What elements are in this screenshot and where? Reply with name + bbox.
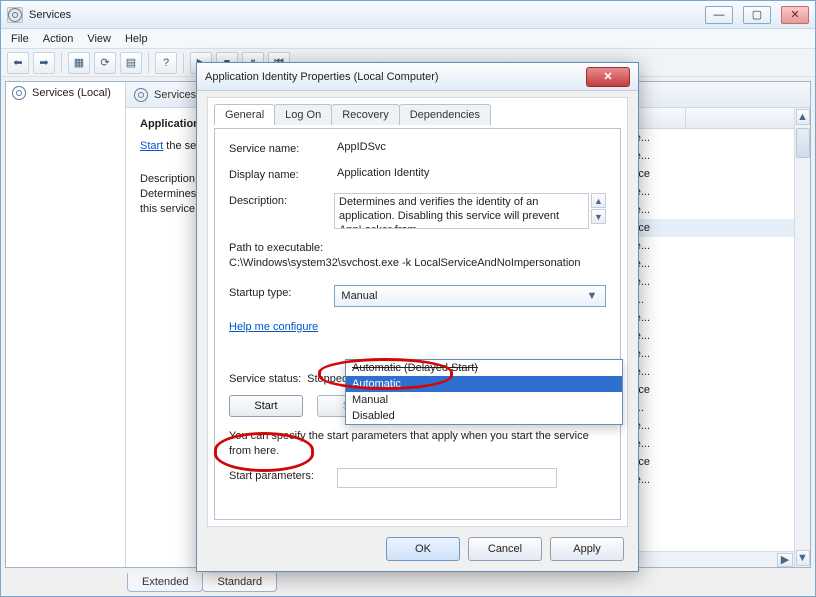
option-automatic-delayed[interactable]: Automatic (Delayed Start) — [346, 360, 622, 376]
scroll-thumb[interactable] — [796, 128, 810, 158]
dialog-body: General Log On Recovery Dependencies Ser… — [207, 97, 628, 527]
menu-file[interactable]: File — [11, 33, 29, 45]
value-service-name: AppIDSvc — [337, 141, 606, 153]
dialog-titlebar: Application Identity Properties (Local C… — [197, 63, 638, 91]
tab-extended[interactable]: Extended — [127, 573, 203, 592]
dialog-button-row: OK Cancel Apply — [386, 537, 624, 561]
label-description: Description: — [229, 193, 334, 207]
start-params-input[interactable] — [337, 468, 557, 488]
general-panel: Service name: AppIDSvc Display name: App… — [214, 128, 621, 520]
cancel-button[interactable]: Cancel — [468, 537, 542, 561]
option-automatic[interactable]: Automatic — [346, 376, 622, 392]
menu-help[interactable]: Help — [125, 33, 148, 45]
scroll-track[interactable] — [796, 126, 810, 549]
help-configure-link[interactable]: Help me configure — [229, 321, 318, 333]
description-scroll: ▲ ▼ — [591, 193, 606, 224]
toolbar-refresh-icon[interactable]: ⟳ — [94, 52, 116, 74]
desc-scroll-down-icon[interactable]: ▼ — [591, 209, 606, 224]
description-box[interactable]: Determines and verifies the identity of … — [334, 193, 589, 229]
scroll-down-icon[interactable]: ▼ — [796, 550, 810, 566]
bottom-tabbar: Extended Standard — [127, 570, 276, 592]
forward-button[interactable]: ➡ — [33, 52, 55, 74]
option-disabled[interactable]: Disabled — [346, 408, 622, 424]
tab-standard[interactable]: Standard — [202, 573, 277, 592]
toolbar-properties-icon[interactable]: ▦ — [68, 52, 90, 74]
menu-view[interactable]: View — [87, 33, 111, 45]
nav-label: Services (Local) — [32, 87, 111, 99]
toolbar-help-icon[interactable]: ? — [155, 52, 177, 74]
startup-type-dropdown[interactable]: Automatic (Delayed Start) Automatic Manu… — [345, 359, 623, 425]
gear-icon — [134, 88, 148, 102]
startup-type-value: Manual — [341, 290, 377, 302]
app-icon — [7, 7, 23, 23]
dialog-tabstrip: General Log On Recovery Dependencies — [208, 98, 627, 125]
label-start-params: Start parameters: — [229, 468, 337, 482]
window-title: Services — [29, 9, 71, 21]
start-params-note: You can specify the start parameters tha… — [229, 429, 589, 459]
gear-icon — [8, 8, 22, 22]
detail-desc-label: Description: — [140, 173, 198, 185]
label-service-status: Service status: — [229, 373, 301, 385]
chevron-down-icon: ▼ — [583, 290, 601, 302]
label-service-name: Service name: — [229, 141, 337, 155]
close-button[interactable]: ✕ — [781, 6, 809, 24]
tab-dependencies[interactable]: Dependencies — [399, 104, 491, 125]
pane-title: Services — [154, 89, 196, 101]
minimize-button[interactable]: — — [705, 6, 733, 24]
apply-button[interactable]: Apply — [550, 537, 624, 561]
tab-log-on[interactable]: Log On — [274, 104, 332, 125]
value-path: C:\Windows\system32\svchost.exe -k Local… — [229, 256, 606, 271]
label-display-name: Display name: — [229, 167, 337, 181]
path-block: Path to executable: C:\Windows\system32\… — [229, 241, 606, 271]
maximize-button[interactable]: ▢ — [743, 6, 771, 24]
toolbar-export-icon[interactable]: ▤ — [120, 52, 142, 74]
scroll-up-icon[interactable]: ▲ — [796, 109, 810, 125]
menu-bar: File Action View Help — [1, 29, 815, 49]
ok-button[interactable]: OK — [386, 537, 460, 561]
nav-services-local[interactable]: Services (Local) — [12, 86, 119, 100]
start-button[interactable]: Start — [229, 395, 303, 417]
tab-recovery[interactable]: Recovery — [331, 104, 399, 125]
back-button[interactable]: ⬅ — [7, 52, 29, 74]
startup-type-combobox[interactable]: Manual ▼ — [334, 285, 606, 307]
properties-dialog: Application Identity Properties (Local C… — [196, 62, 639, 572]
menu-action[interactable]: Action — [43, 33, 74, 45]
option-manual[interactable]: Manual — [346, 392, 622, 408]
col-spacer — [686, 108, 702, 128]
main-titlebar: Services — ▢ ✕ — [1, 1, 815, 29]
tab-general[interactable]: General — [214, 104, 275, 125]
value-service-status: Stopped — [307, 373, 348, 385]
desc-scroll-up-icon[interactable]: ▲ — [591, 193, 606, 208]
left-nav: Services (Local) — [6, 82, 126, 567]
vertical-scrollbar[interactable]: ▲ ▼ — [794, 108, 810, 567]
gear-icon — [12, 86, 26, 100]
start-link[interactable]: Start — [140, 140, 163, 152]
dialog-close-button[interactable]: ✕ — [586, 67, 630, 87]
label-startup-type: Startup type: — [229, 285, 334, 299]
value-display-name: Application Identity — [337, 167, 606, 179]
dialog-title: Application Identity Properties (Local C… — [205, 71, 439, 83]
label-path: Path to executable: — [229, 241, 606, 256]
scroll-right-icon[interactable]: ▶ — [777, 553, 793, 567]
